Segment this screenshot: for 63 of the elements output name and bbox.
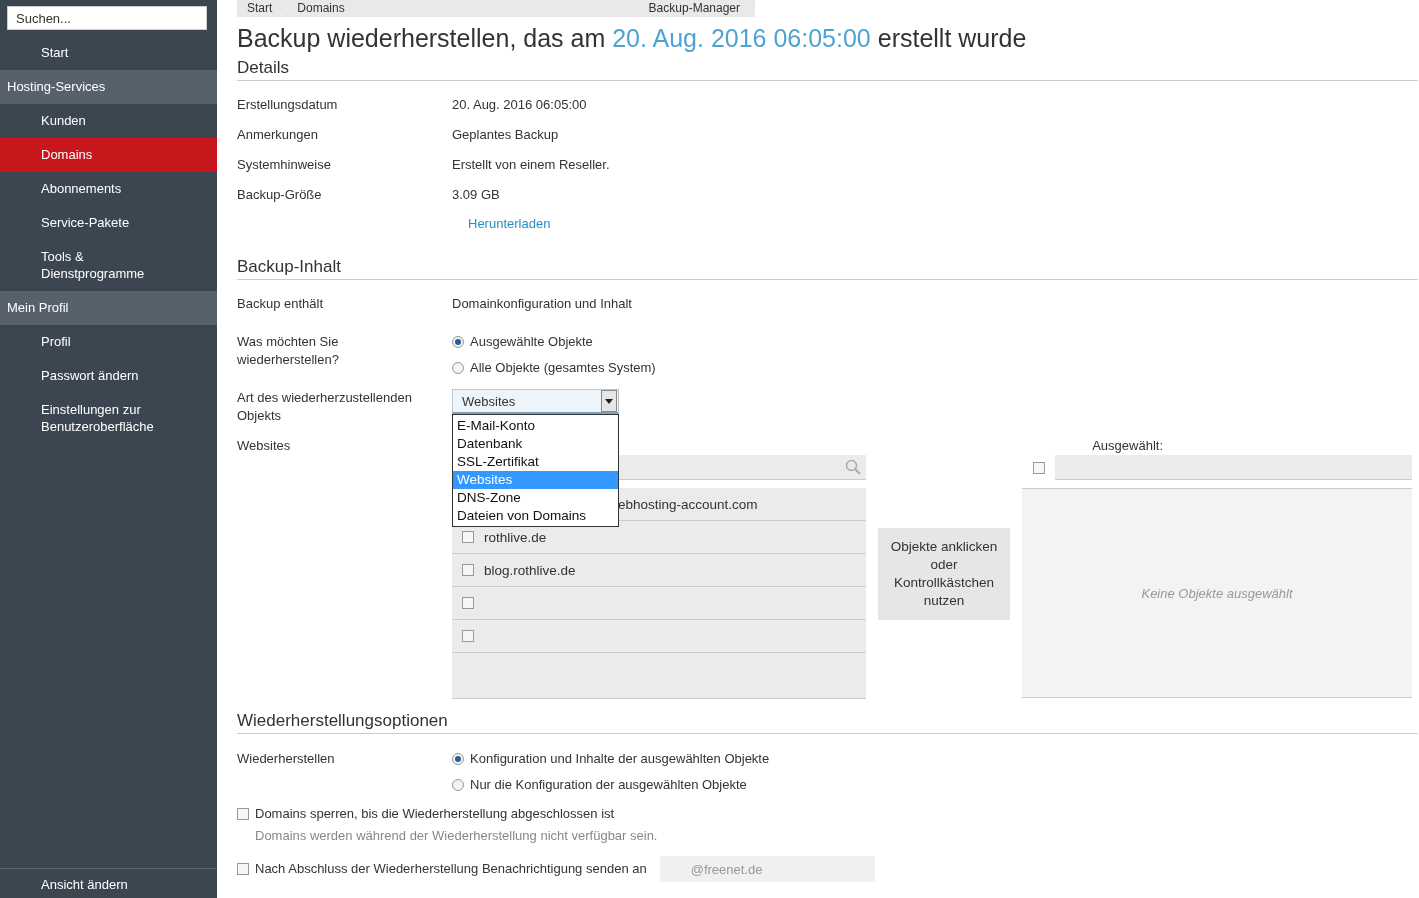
field-value: Geplantes Backup: [452, 126, 560, 144]
nav-item[interactable]: Tools & Dienstprogramme: [0, 240, 217, 291]
hint-button[interactable]: Objekte anklicken oder Kontrollkästchen nutzen: [878, 528, 1010, 620]
caret-icon: [601, 390, 617, 412]
nav-section-header[interactable]: Mein Profil: [0, 291, 217, 325]
change-view-link[interactable]: Ansicht ändern: [0, 868, 217, 898]
nav-item[interactable]: Passwort ändern: [0, 359, 217, 393]
radio-label: Konfiguration und Inhalte der ausgewählten Objekte: [470, 750, 770, 768]
section-heading: Wiederherstellungsoptionen: [237, 711, 1418, 734]
field-value: 3.09 GB: [452, 186, 501, 204]
field-value: Domainkonfiguration und Inhalt: [452, 295, 633, 313]
section-heading: Backup-Inhalt: [237, 257, 1418, 280]
checkbox[interactable]: [462, 597, 474, 609]
dropdown-option[interactable]: Datenbank: [453, 435, 618, 453]
nav-item[interactable]: Start: [0, 36, 217, 70]
nav-item[interactable]: Profil: [0, 325, 217, 359]
field-label: Was möchten Sie wiederherstellen?: [237, 333, 340, 369]
radio-label: Ausgewählte Objekte: [470, 333, 593, 351]
field-label: Backup-Größe: [237, 186, 323, 204]
field-value: 20. Aug. 2016 06:05:00: [452, 96, 588, 114]
checkbox-label: Domains sperren, bis die Wiederherstellung abgeschlossen ist: [255, 805, 615, 823]
field-label: Erstellungsdatum: [237, 96, 339, 114]
panel-title: Ausgewählt:: [1092, 437, 1163, 455]
page-title: Backup wiederherstellen, das am 20. Aug. 2016 06:05:00 erstellt wurde: [237, 23, 1028, 54]
dropdown-option[interactable]: E-Mail-Konto: [453, 417, 618, 435]
field-value: Erstellt von einem Reseller.: [452, 156, 611, 174]
field-label: Systemhinweise: [237, 156, 332, 174]
nav-item[interactable]: Service-Pakete: [0, 206, 217, 240]
field-label: Websites: [237, 437, 292, 455]
empty-message: Keine Objekte ausgewählt: [1141, 585, 1293, 601]
search-field[interactable]: Suchen...: [7, 6, 207, 30]
radio-label: Alle Objekte (gesamtes System): [470, 359, 656, 377]
checkbox[interactable]: [237, 808, 249, 820]
dropdown-option[interactable]: SSL-Zertifikat: [453, 453, 618, 471]
nav-item[interactable]: Einstellungen zur Benutzeroberfläche: [0, 393, 217, 444]
radio-button[interactable]: [452, 336, 464, 348]
select-all-checkbox[interactable]: [1032, 461, 1045, 474]
object-name[interactable]: blog.rothlive.de: [484, 562, 576, 578]
search-icon: [845, 459, 861, 475]
nav-item[interactable]: Domains: [0, 138, 217, 172]
type-dropdown[interactable]: Websites: [452, 389, 619, 414]
radio-button[interactable]: [452, 362, 464, 374]
section-heading: Details: [237, 58, 1418, 81]
download-link[interactable]: Herunterladen: [468, 216, 551, 231]
object-name[interactable]: rothlive.de: [484, 529, 547, 545]
checkbox[interactable]: [462, 630, 474, 642]
hint-text: Domains werden während der Wiederherstellung nicht verfügbar sein.: [255, 828, 658, 843]
dropdown-option[interactable]: DNS-Zone: [453, 489, 618, 507]
checkbox[interactable]: [462, 531, 474, 543]
field-label: Anmerkungen: [237, 126, 319, 144]
field-label: Backup enthält: [237, 295, 324, 313]
radio-label: Nur die Konfiguration der ausgewählten Objekte: [470, 776, 747, 794]
nav-item[interactable]: Abonnements: [0, 172, 217, 206]
nav-section-header[interactable]: Hosting-Services: [0, 70, 217, 104]
field-label: Art des wiederherzustellenden Objekts: [237, 389, 413, 425]
checkbox[interactable]: [462, 564, 474, 576]
object-name[interactable]: ebhosting-account.com: [618, 496, 758, 512]
radio-button[interactable]: [452, 779, 464, 791]
dropdown-option[interactable]: Dateien von Domains: [453, 507, 618, 525]
checkbox-label: Nach Abschluss der Wiederherstellung Benachrichtigung senden an: [255, 860, 647, 878]
field-label: Wiederherstellen: [237, 750, 336, 768]
radio-button[interactable]: [452, 753, 464, 765]
nav-item[interactable]: Kunden: [0, 104, 217, 138]
